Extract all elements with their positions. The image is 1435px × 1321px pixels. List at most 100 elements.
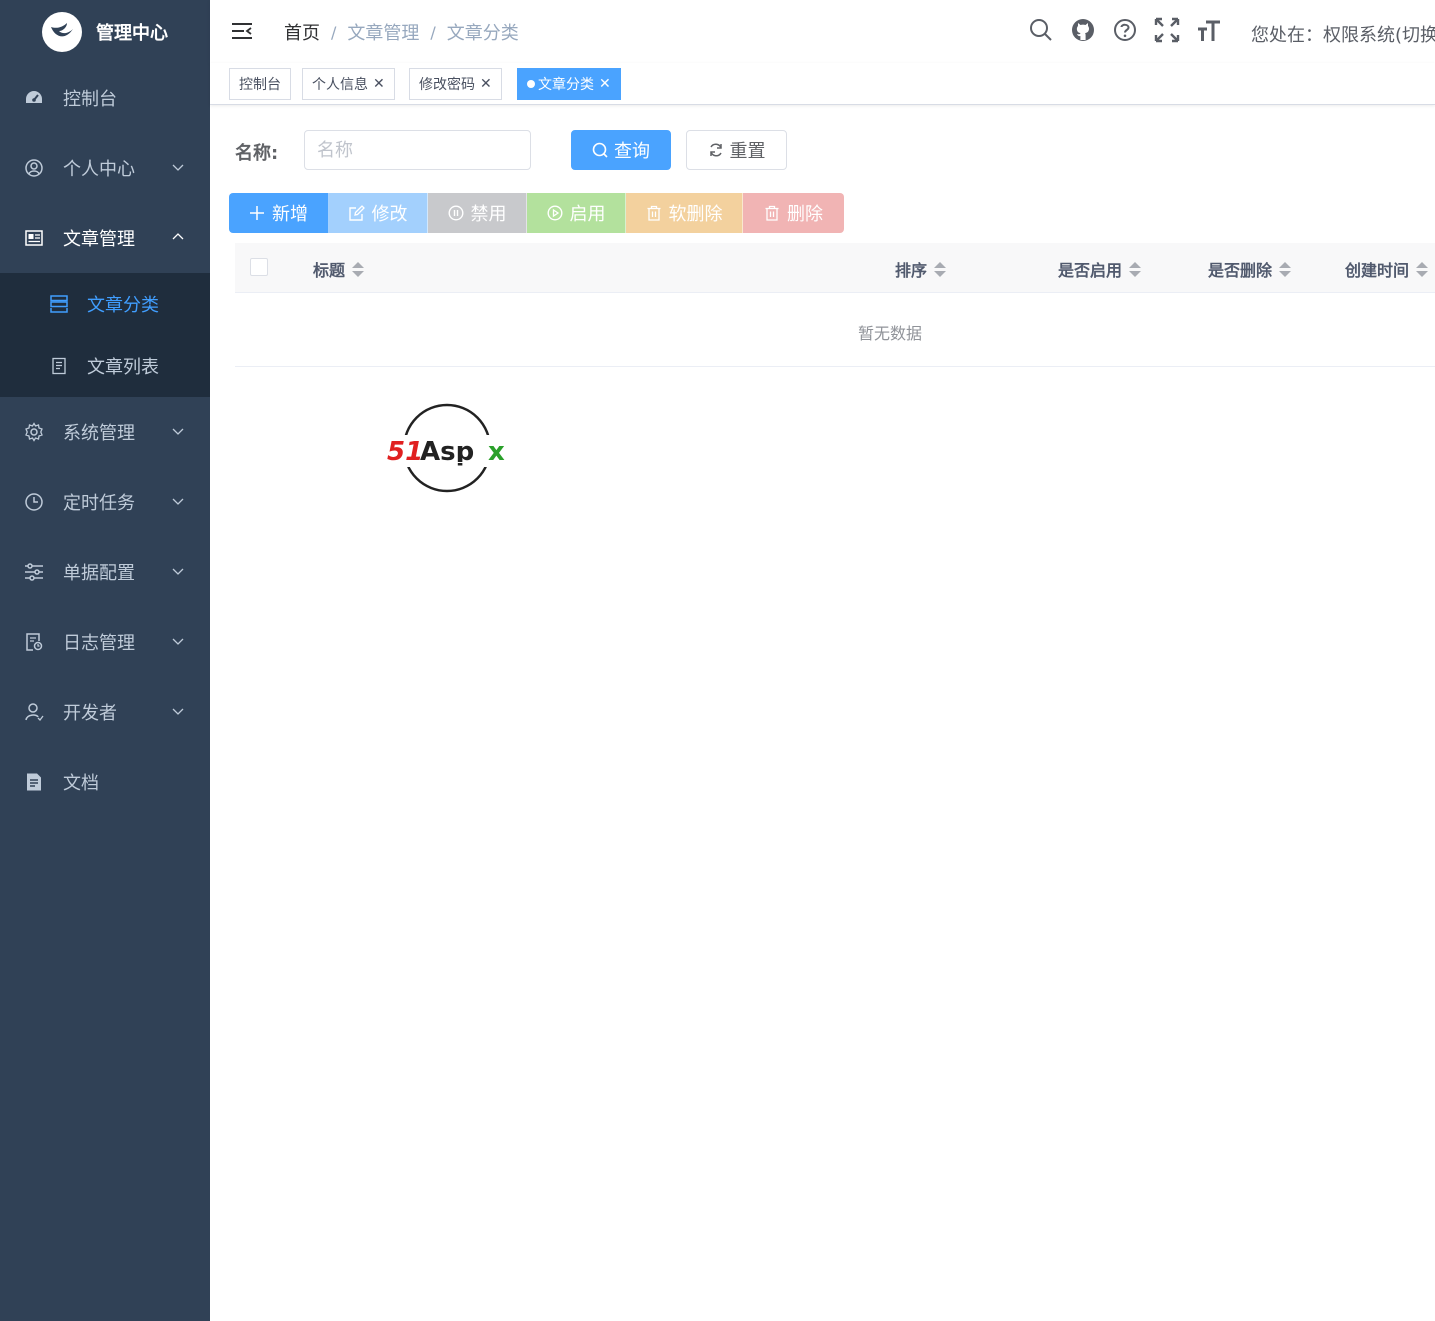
enable-label: 启用: [569, 204, 606, 225]
sidebar-logo[interactable]: 管理中心: [0, 0, 210, 63]
column-label: 排序: [895, 261, 928, 280]
column-created-time[interactable]: 创建时间: [1345, 257, 1429, 281]
sidebar-item-label: 系统管理: [63, 423, 135, 444]
sidebar-item-article-list[interactable]: 文章列表: [0, 335, 210, 397]
sidebar-item-document-config[interactable]: 单据配置: [0, 537, 210, 607]
sidebar-item-developer[interactable]: 开发者: [0, 677, 210, 747]
delete-button[interactable]: 删除: [743, 193, 844, 233]
sidebar-item-personal[interactable]: 个人中心: [0, 133, 210, 203]
sort-icon[interactable]: [1279, 261, 1292, 277]
chevron-down-icon: [172, 568, 184, 575]
fullscreen-icon[interactable]: [1154, 17, 1180, 43]
user-icon: [24, 158, 44, 178]
sidebar-item-label: 控制台: [63, 89, 117, 110]
edit-button[interactable]: 修改: [329, 193, 428, 233]
page-icon: [52, 357, 66, 375]
tag-label: 文章分类: [538, 77, 594, 93]
refresh-icon: [709, 143, 722, 157]
add-button[interactable]: 新增: [229, 193, 329, 233]
gear-icon: [24, 422, 44, 442]
tag-dashboard[interactable]: 控制台: [229, 68, 291, 100]
soft-delete-label: 软删除: [668, 204, 723, 225]
dashboard-icon: [24, 88, 44, 108]
name-label: 名称:: [235, 143, 279, 164]
name-input[interactable]: [304, 130, 531, 170]
breadcrumb-home[interactable]: 首页: [284, 19, 320, 45]
sidebar-item-label: 文章分类: [87, 295, 159, 316]
breadcrumb: 首页 / 文章管理 / 文章分类: [284, 19, 519, 45]
font-size-icon[interactable]: [1196, 17, 1222, 43]
sidebar-item-label: 日志管理: [63, 633, 135, 654]
hamburger-icon[interactable]: [231, 20, 253, 42]
close-icon[interactable]: ✕: [480, 76, 492, 92]
empty-text: 暂无数据: [858, 324, 923, 343]
column-sort[interactable]: 排序: [895, 257, 947, 281]
column-title[interactable]: 标题: [313, 257, 365, 281]
sidebar-item-docs[interactable]: 文档: [0, 747, 210, 817]
sidebar-item-label: 定时任务: [63, 493, 135, 514]
column-deleted[interactable]: 是否删除: [1208, 257, 1292, 281]
tag-personal-info[interactable]: 个人信息 ✕: [302, 68, 395, 100]
delete-label: 删除: [787, 204, 823, 225]
sidebar-item-dashboard[interactable]: 控制台: [0, 63, 210, 133]
close-icon[interactable]: ✕: [373, 76, 385, 92]
close-icon[interactable]: ✕: [599, 76, 611, 92]
search-icon[interactable]: [1028, 17, 1054, 43]
tag-label: 修改密码: [419, 77, 475, 93]
sidebar-item-scheduled-task[interactable]: 定时任务: [0, 467, 210, 537]
log-icon: [24, 632, 44, 652]
sidebar-item-system[interactable]: 系统管理: [0, 397, 210, 467]
disable-label: 禁用: [470, 204, 507, 225]
reset-button[interactable]: 重置: [686, 130, 787, 170]
play-icon: [546, 205, 563, 221]
reset-label: 重置: [729, 141, 766, 162]
watermark-logo: 51 Asp x: [385, 403, 513, 493]
tag-change-password[interactable]: 修改密码 ✕: [409, 68, 502, 100]
sort-icon[interactable]: [934, 261, 947, 277]
list-icon: [50, 295, 68, 313]
column-enabled[interactable]: 是否启用: [1058, 257, 1142, 281]
add-label: 新增: [272, 204, 308, 225]
sidebar-item-label: 文章管理: [63, 229, 135, 250]
trash-icon: [765, 205, 779, 221]
select-all-checkbox[interactable]: [250, 258, 268, 276]
sliders-icon: [24, 562, 44, 582]
help-icon[interactable]: [1112, 17, 1138, 43]
chevron-down-icon: [172, 498, 184, 505]
table-header: 标题 排序 是否启用 是否删除 创建时间: [235, 243, 1435, 293]
sidebar-item-label: 文档: [63, 773, 99, 794]
location-text[interactable]: 您处在：权限系统(切换: [1251, 21, 1435, 47]
breadcrumb-article-category: 文章分类: [446, 23, 519, 44]
tags-view: 控制台 个人信息 ✕ 修改密码 ✕ 文章分类 ✕: [210, 63, 1435, 105]
sort-icon[interactable]: [1416, 261, 1429, 277]
sort-icon[interactable]: [1129, 261, 1142, 277]
sidebar-item-label: 单据配置: [63, 563, 135, 584]
column-label: 标题: [313, 261, 346, 280]
sidebar-item-label: 个人中心: [63, 159, 135, 180]
column-label: 是否删除: [1208, 261, 1273, 280]
sidebar-item-article-category[interactable]: 文章分类: [0, 273, 210, 335]
tag-article-category[interactable]: 文章分类 ✕: [517, 68, 621, 100]
action-toolbar: 新增 修改 禁用 启用 软删除 删除: [229, 193, 844, 233]
soft-delete-button[interactable]: 软删除: [626, 193, 743, 233]
enable-button[interactable]: 启用: [527, 193, 626, 233]
tag-label: 个人信息: [312, 77, 368, 93]
sidebar-item-log[interactable]: 日志管理: [0, 607, 210, 677]
edit-label: 修改: [371, 204, 408, 225]
github-icon[interactable]: [1070, 17, 1096, 43]
chevron-up-icon: [172, 233, 184, 240]
sort-icon[interactable]: [352, 261, 365, 277]
breadcrumb-separator: /: [430, 22, 436, 42]
edit-icon: [348, 205, 365, 221]
query-button[interactable]: 查询: [571, 130, 671, 170]
table-empty: 暂无数据: [235, 293, 1435, 367]
navbar: 首页 / 文章管理 / 文章分类 您处在：权限系统(切换: [210, 0, 1435, 63]
tag-label: 控制台: [239, 77, 281, 93]
breadcrumb-article-management: 文章管理: [347, 23, 420, 44]
pause-icon: [447, 205, 464, 221]
sidebar-item-label: 文章列表: [87, 357, 159, 378]
disable-button[interactable]: 禁用: [428, 193, 527, 233]
sidebar-item-article[interactable]: 文章管理: [0, 203, 210, 273]
query-label: 查询: [614, 141, 650, 162]
search-icon: [592, 142, 608, 158]
